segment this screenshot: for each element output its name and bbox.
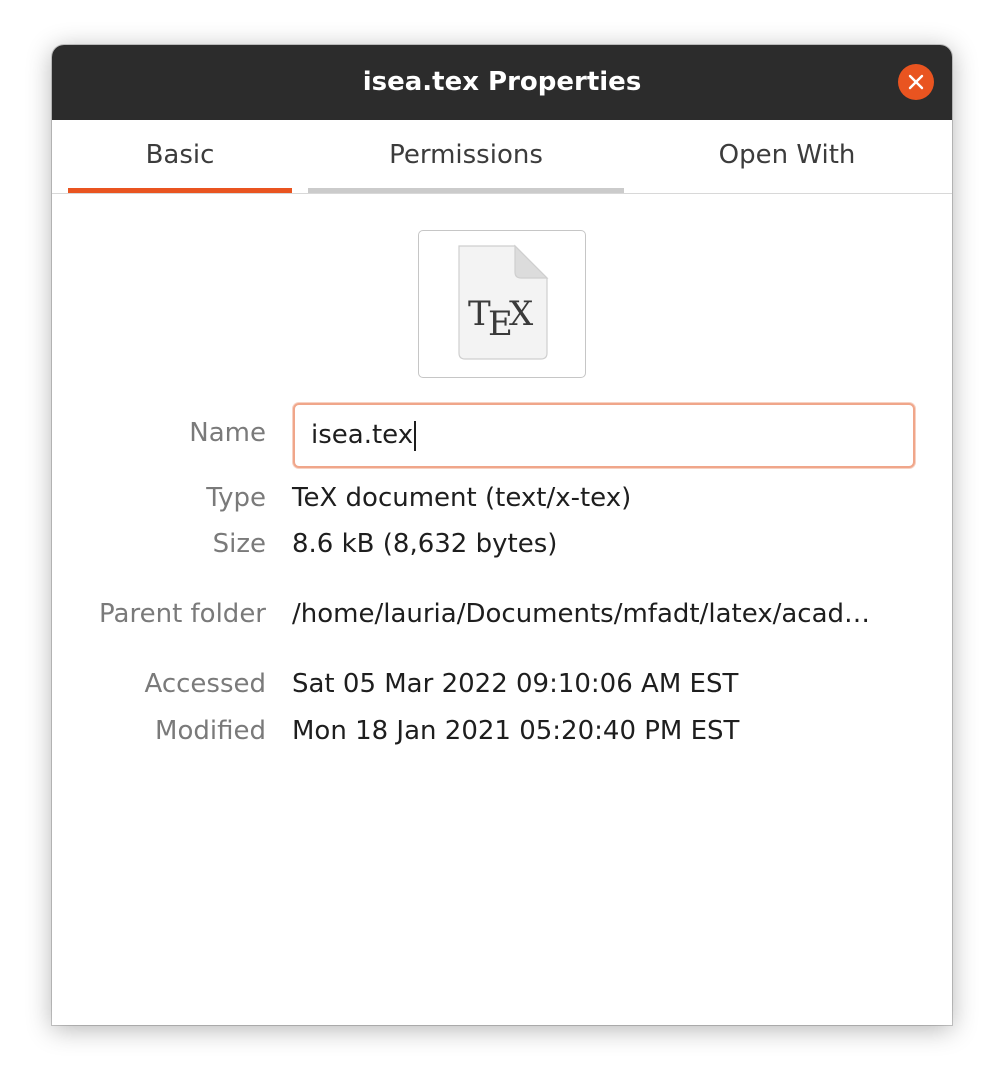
tab-open-with-label: Open With bbox=[718, 140, 856, 170]
parent-folder-label: Parent folder bbox=[99, 599, 266, 629]
size-label: Size bbox=[212, 529, 266, 559]
hover-tab-indicator bbox=[308, 188, 624, 193]
window-title: isea.tex Properties bbox=[362, 67, 642, 97]
name-label: Name bbox=[189, 418, 266, 448]
tab-basic[interactable]: Basic bbox=[68, 120, 292, 193]
close-button[interactable] bbox=[898, 64, 934, 100]
properties-window: isea.tex Properties Basic Permissions Op… bbox=[52, 45, 952, 1025]
tab-permissions[interactable]: Permissions bbox=[308, 120, 624, 193]
modified-value: Mon 18 Jan 2021 05:20:40 PM EST bbox=[292, 716, 740, 746]
text-caret bbox=[414, 420, 417, 451]
name-input-value: isea.tex bbox=[311, 405, 417, 466]
title-bar[interactable]: isea.tex Properties bbox=[52, 45, 952, 120]
modified-label: Modified bbox=[155, 716, 266, 746]
active-tab-indicator bbox=[68, 188, 292, 193]
type-label: Type bbox=[206, 483, 266, 513]
name-input[interactable]: isea.tex bbox=[293, 403, 915, 468]
file-icon-button[interactable]: T E X bbox=[418, 230, 586, 378]
tab-permissions-label: Permissions bbox=[389, 140, 543, 170]
tab-open-with[interactable]: Open With bbox=[632, 120, 942, 193]
tab-bar: Basic Permissions Open With bbox=[52, 120, 952, 194]
tex-file-icon: T E X bbox=[458, 244, 549, 360]
tab-basic-label: Basic bbox=[145, 140, 215, 170]
parent-folder-value[interactable]: /home/lauria/Documents/mfadt/latex/acad… bbox=[292, 599, 870, 629]
size-value: 8.6 kB (8,632 bytes) bbox=[292, 529, 558, 559]
accessed-label: Accessed bbox=[144, 669, 266, 699]
svg-text:X: X bbox=[509, 294, 534, 334]
type-value: TeX document (text/x-tex) bbox=[292, 483, 632, 513]
accessed-value: Sat 05 Mar 2022 09:10:06 AM EST bbox=[292, 669, 739, 699]
close-icon bbox=[908, 74, 924, 90]
